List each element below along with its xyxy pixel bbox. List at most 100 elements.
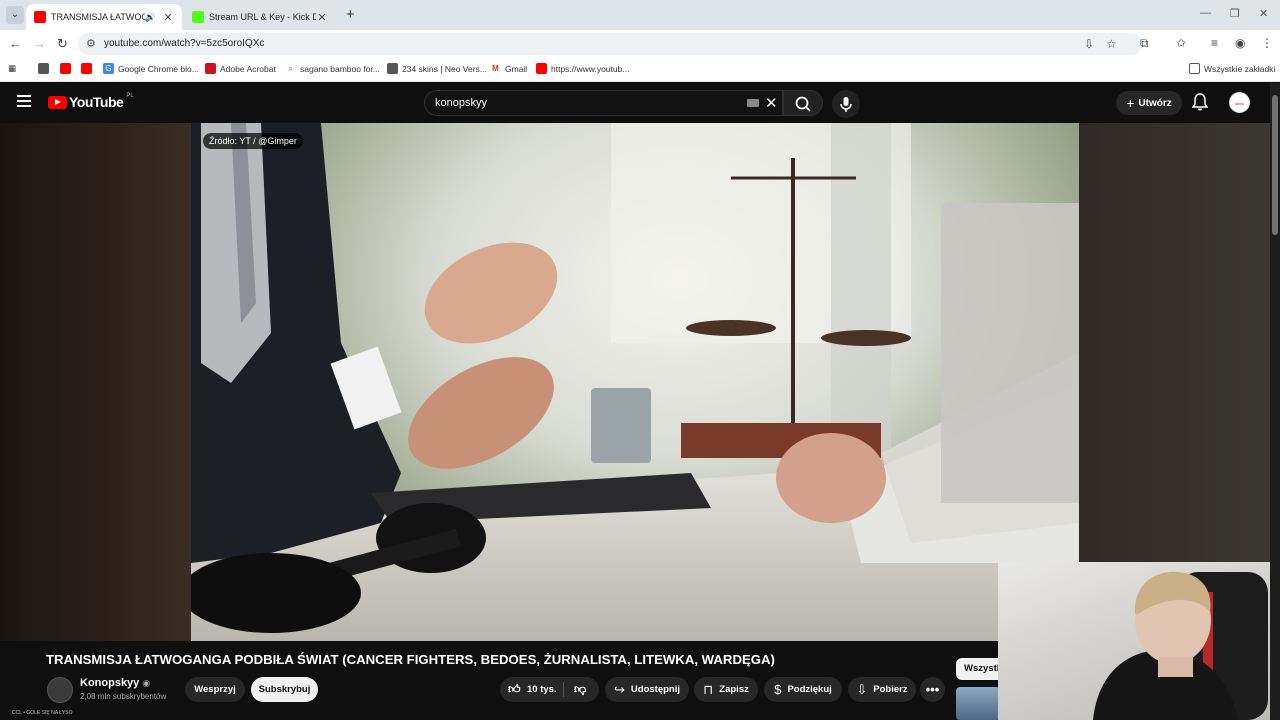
page-scrollbar[interactable] [1270, 83, 1280, 720]
tab-search-icon[interactable]: ⌄ [6, 6, 24, 24]
video-still-image [191, 123, 1079, 641]
create-button[interactable]: + Utwórz [1116, 91, 1182, 115]
bookmark-chrome-blog[interactable]: G Google Chrome blo... [103, 63, 199, 74]
channel-name-text: Konopskyy [80, 677, 140, 689]
verified-icon: ◉ [142, 678, 151, 688]
youtube-icon [536, 63, 547, 74]
dislike-icon[interactable]: 👎︎ [574, 682, 586, 697]
bookmark-skins[interactable]: 234 skins | Neo Vers... [387, 63, 487, 74]
restore-icon[interactable]: ❐ [1230, 7, 1240, 20]
recommended-thumbnail[interactable] [956, 687, 1000, 720]
more-actions-button[interactable]: ••• [920, 677, 945, 702]
close-window-icon[interactable]: ✕ [1259, 7, 1268, 20]
folder-icon [1189, 63, 1200, 74]
close-tab-icon[interactable]: ✕ [162, 11, 174, 24]
notifications-bell-icon[interactable] [1191, 93, 1209, 116]
media-control-icon[interactable]: ≡ [1211, 36, 1218, 50]
bookmark-icon: ⊓ [703, 681, 714, 697]
channel-name[interactable]: Konopskyy ◉ [80, 677, 150, 689]
youtube-logo[interactable]: YouTube PL [48, 93, 134, 110]
tab-title: TRANSMISJA ŁATWOGANG [51, 12, 145, 22]
bookmark-label: Adobe Acrobat [220, 63, 276, 74]
address-bar[interactable]: ⚙ youtube.com/watch?v=5zc5oroIQXc ⇩ ☆ [78, 33, 1142, 55]
voice-search-button[interactable] [832, 90, 860, 118]
site-info-icon[interactable]: ⚙ [86, 37, 96, 50]
speaker-icon[interactable]: 🔊 [145, 12, 156, 23]
save-label: Zapisz [719, 684, 749, 695]
close-tab-icon[interactable]: ✕ [316, 11, 328, 24]
create-label: Utwórz [1138, 97, 1172, 109]
share-label: Udostępnij [630, 684, 680, 695]
save-button[interactable]: ⊓ Zapisz [694, 677, 758, 702]
scrollbar-thumb[interactable] [1272, 95, 1278, 235]
browser-toolbar: ← → ↻ ⚙ youtube.com/watch?v=5zc5oroIQXc … [0, 30, 1280, 58]
bookmark-youtube-url[interactable]: https://www.youtub... [536, 63, 629, 74]
bookmark-label: sagano bamboo for... [300, 63, 380, 74]
apps-icon[interactable]: ▦ [8, 63, 16, 74]
bookmark-acrobat[interactable]: Adobe Acrobat [205, 63, 276, 74]
bookmark-youtube-1[interactable] [60, 63, 75, 74]
more-icon: ••• [925, 682, 940, 697]
share-icon: ↪ [614, 681, 625, 697]
tab-kick[interactable]: Stream URL & Key - Kick Dashb ✕ [184, 4, 336, 30]
bookmarks-bar: ▦ G Google Chrome blo... Adobe Acrobat ⌕ s… [0, 58, 1280, 82]
like-count[interactable]: 10 tys. [527, 684, 557, 695]
account-avatar[interactable]: łatwy [1229, 92, 1250, 113]
clear-search-icon[interactable]: ✕ [765, 94, 778, 112]
youtube-icon [81, 63, 92, 74]
hamburger-menu-icon[interactable] [17, 95, 31, 110]
extensions-icon[interactable]: ⧉ [1140, 36, 1149, 51]
search-icon [795, 96, 811, 112]
bookmark-label: Gmail [505, 63, 528, 74]
new-tab-icon[interactable]: + [346, 6, 355, 23]
thanks-button[interactable]: $ Podziękuj [764, 677, 842, 702]
like-icon[interactable]: 👍︎ [508, 682, 521, 697]
search-button[interactable] [783, 90, 823, 116]
download-button[interactable]: ⇩ Pobierz [848, 677, 916, 702]
reading-list-icon[interactable]: ✩ [1176, 36, 1186, 50]
search-input[interactable]: konopskyy ✕ [424, 90, 783, 116]
bookmark-youtube-2[interactable] [81, 63, 96, 74]
tab-youtube[interactable]: TRANSMISJA ŁATWOGANG 🔊 ✕ [26, 4, 182, 30]
bookmark-globe[interactable] [38, 63, 53, 74]
microphone-icon [840, 97, 852, 112]
bookmark-gmail[interactable]: M Gmail [490, 63, 527, 74]
bookmark-star-icon[interactable]: ☆ [1106, 37, 1117, 51]
youtube-icon [60, 63, 71, 74]
subscriber-count: 2,08 mln subskrybentów [80, 692, 167, 701]
country-code: PL [126, 93, 134, 99]
acrobat-icon [205, 63, 216, 74]
channel-avatar[interactable] [47, 677, 73, 703]
globe-icon [38, 63, 49, 74]
forward-icon[interactable]: → [33, 36, 46, 51]
share-button[interactable]: ↪ Udostępnij [605, 677, 689, 702]
download-label: Pobierz [873, 684, 908, 695]
search-query: konopskyy [435, 97, 487, 109]
divider [563, 682, 564, 697]
webcam-overlay [998, 562, 1280, 720]
bottom-caption: CCL • GOLE SIĘ NA ŁYSO [12, 710, 73, 716]
youtube-header: YouTube PL konopskyy ✕ + Utwórz łatwy [0, 83, 1280, 123]
install-icon[interactable]: ⇩ [1084, 37, 1094, 51]
source-overlay: Źródło: YT / @Gimper [203, 133, 303, 149]
download-icon: ⇩ [856, 681, 868, 697]
back-icon[interactable]: ← [9, 36, 22, 51]
kick-favicon-icon [192, 11, 204, 23]
menu-icon[interactable]: ⋮ [1261, 36, 1273, 50]
google-icon: G [103, 63, 114, 74]
all-bookmarks[interactable]: Wszystkie zakładki [1189, 63, 1275, 74]
like-dislike-group: 👍︎ 10 tys. 👎︎ [500, 677, 599, 702]
bookmark-sagano[interactable]: ⌕ sagano bamboo for... [285, 63, 380, 74]
support-button[interactable]: Wesprzyj [185, 677, 245, 702]
keyboard-icon[interactable] [747, 99, 759, 107]
bookmark-label: Google Chrome blo... [118, 63, 199, 74]
tab-title: Stream URL & Key - Kick Dashb [209, 12, 316, 22]
webcam-image [1093, 571, 1268, 720]
subscribe-button[interactable]: Subskrybuj [251, 677, 318, 702]
profile-icon[interactable]: ◉ [1235, 36, 1245, 50]
reload-icon[interactable]: ↻ [57, 36, 68, 52]
thanks-icon: $ [774, 682, 782, 697]
youtube-logo-text: YouTube [69, 94, 124, 110]
video-frame[interactable] [191, 123, 1079, 641]
minimize-icon[interactable]: — [1200, 7, 1211, 19]
